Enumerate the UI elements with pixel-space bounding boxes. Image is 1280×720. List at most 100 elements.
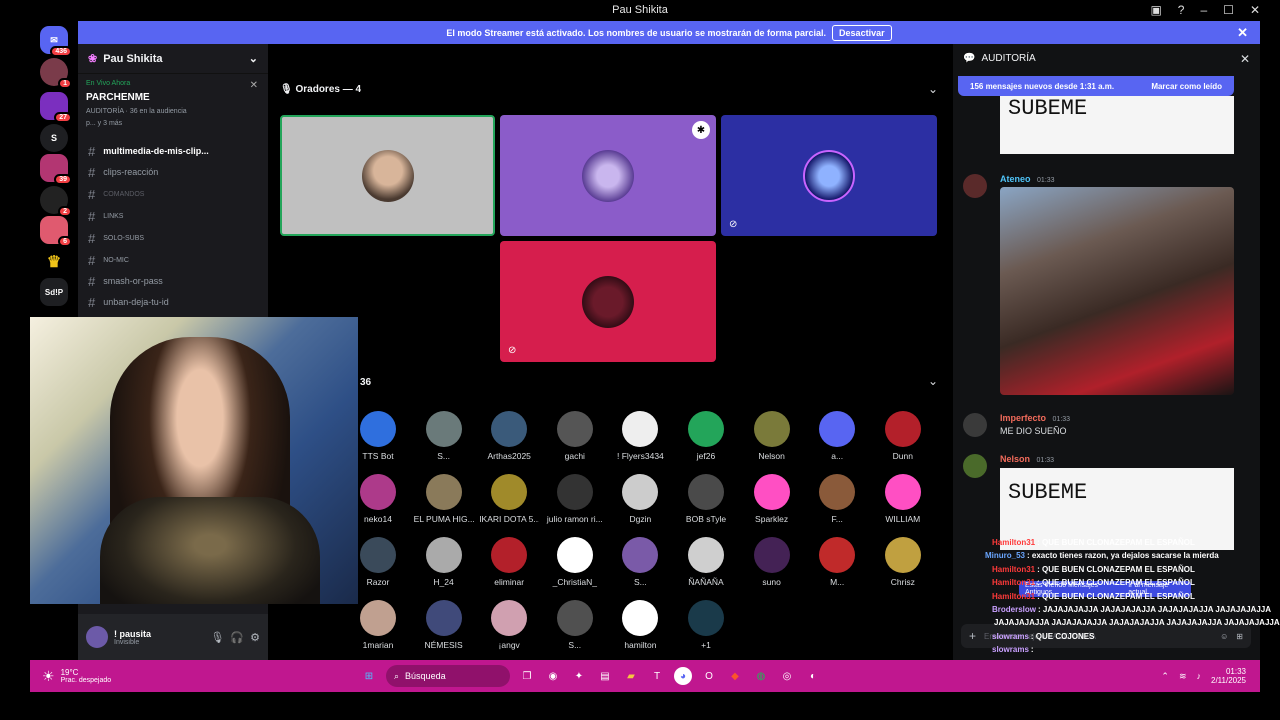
headphones-icon[interactable]: 🎧 bbox=[230, 631, 244, 644]
channel-item[interactable]: # clips-reacción bbox=[88, 162, 158, 182]
gear-icon[interactable]: ⚙ bbox=[250, 631, 260, 644]
audience-member[interactable]: a... bbox=[807, 411, 867, 461]
server-icon[interactable]: 39 bbox=[40, 154, 72, 185]
overlay-chat-user: Hamilton31 bbox=[992, 578, 1036, 588]
avatar bbox=[360, 474, 396, 510]
server-icon[interactable]: 2 bbox=[40, 186, 72, 217]
channel-item[interactable]: # solo-subs bbox=[88, 228, 144, 248]
close-icon[interactable]: ✕ bbox=[250, 80, 258, 91]
server-icon[interactable]: S bbox=[40, 124, 68, 152]
channel-item[interactable]: # links bbox=[88, 206, 123, 226]
audience-member[interactable]: M... bbox=[807, 537, 867, 587]
overlay-chat-line: Broderslow: JAJAJAJAJJA JAJAJAJAJJA JAJA… bbox=[992, 605, 1271, 614]
audience-member[interactable]: +1 bbox=[676, 600, 736, 650]
clock[interactable]: 01:33 2/11/2025 bbox=[1211, 667, 1246, 685]
server-header[interactable]: ❀ Pau Shikita ⌄ bbox=[78, 44, 268, 74]
spotify-icon[interactable]: ◍ bbox=[752, 667, 770, 685]
server-icon[interactable]: 1 bbox=[40, 58, 72, 89]
speaker-tile[interactable] bbox=[280, 115, 495, 236]
outlook-icon[interactable]: O bbox=[700, 667, 718, 685]
server-icon[interactable]: 6 bbox=[40, 216, 72, 247]
audience-member[interactable]: WILLIAM bbox=[873, 474, 933, 524]
audience-member[interactable]: EL PUMA HIG... bbox=[414, 474, 474, 524]
search-box[interactable]: ⌕ Búsqueda bbox=[386, 665, 510, 687]
maximize-button[interactable]: ☐ bbox=[1223, 3, 1234, 17]
chevron-up-icon[interactable]: ⌃ bbox=[1161, 671, 1169, 682]
live-stage-card[interactable]: En Vivo Ahora PARCHENME AUDITORÍA · 36 e… bbox=[86, 80, 262, 142]
audience-member[interactable]: Arthas2025 bbox=[479, 411, 539, 461]
overlay-chat-text: : QUE COJONES bbox=[1030, 631, 1095, 641]
speaker-tile[interactable]: ⊘ bbox=[500, 241, 716, 362]
channel-item[interactable]: # no-mic bbox=[88, 250, 129, 270]
teams-icon[interactable]: T bbox=[648, 667, 666, 685]
wifi-icon[interactable]: ≋ bbox=[1179, 671, 1187, 682]
audience-member[interactable]: F... bbox=[807, 474, 867, 524]
avatar[interactable] bbox=[963, 454, 987, 478]
audience-member[interactable]: ! Flyers3434 bbox=[610, 411, 670, 461]
audience-name: NÉMESIS bbox=[424, 640, 463, 650]
speaker-tile[interactable]: ⊘ bbox=[721, 115, 937, 236]
channel-item[interactable]: # smash-or-pass bbox=[88, 271, 163, 291]
audience-member[interactable]: S... bbox=[545, 600, 605, 650]
audience-member[interactable]: ÑAÑAÑA bbox=[676, 537, 736, 587]
discord-icon[interactable]: ◕ bbox=[674, 667, 692, 685]
channel-item[interactable]: # multimedia-de-mis-clip... bbox=[88, 141, 209, 161]
speaker-tile[interactable]: ✱ bbox=[500, 115, 716, 236]
task-view-icon[interactable]: ❐ bbox=[518, 667, 536, 685]
audience-member[interactable]: Dgzin bbox=[610, 474, 670, 524]
audience-member[interactable]: ¡angv bbox=[479, 600, 539, 650]
audience-member[interactable]: H_24 bbox=[414, 537, 474, 587]
add-attachment-icon[interactable]: + bbox=[969, 629, 976, 643]
new-messages-bar[interactable]: 156 mensajes nuevos desde 1:31 a.m. Marc… bbox=[958, 76, 1234, 96]
avatar[interactable] bbox=[963, 174, 987, 198]
audience-member[interactable]: BOB sTyle bbox=[676, 474, 736, 524]
audience-member[interactable]: S... bbox=[414, 411, 474, 461]
close-window-button[interactable]: ✕ bbox=[1250, 3, 1260, 17]
avatar[interactable] bbox=[86, 626, 108, 648]
audience-member[interactable]: Dunn bbox=[873, 411, 933, 461]
app-icon[interactable]: ◎ bbox=[778, 667, 796, 685]
audience-member[interactable]: Chrisz bbox=[873, 537, 933, 587]
help-icon[interactable]: ? bbox=[1178, 3, 1185, 17]
volume-icon[interactable]: ♪ bbox=[1197, 671, 1202, 681]
chevron-down-icon[interactable]: ⌄ bbox=[928, 374, 938, 388]
audience-member[interactable]: hamilton bbox=[610, 600, 670, 650]
notepad-icon[interactable]: ▤ bbox=[596, 667, 614, 685]
microphone-icon[interactable]: 🎙 bbox=[210, 631, 224, 644]
audience-member[interactable]: S... bbox=[610, 537, 670, 587]
channel-item[interactable]: # unban-deja-tu-id bbox=[88, 292, 169, 312]
crown-server-icon[interactable]: ♛ bbox=[40, 248, 68, 276]
chevron-down-icon[interactable]: ⌄ bbox=[928, 82, 938, 96]
audience-member[interactable]: Sparklez bbox=[742, 474, 802, 524]
audience-member[interactable]: _ChristiaN_ bbox=[545, 537, 605, 587]
channel-item[interactable]: # comandos bbox=[88, 184, 144, 204]
audience-member[interactable]: 1marian bbox=[348, 600, 408, 650]
audience-member[interactable]: jef26 bbox=[676, 411, 736, 461]
steam-icon[interactable]: ◉ bbox=[544, 667, 562, 685]
chat-image[interactable]: SUBEME bbox=[1000, 96, 1234, 154]
avatar[interactable] bbox=[963, 413, 987, 437]
deactivate-streamer-button[interactable]: Desactivar bbox=[832, 24, 892, 41]
audience-member[interactable]: suno bbox=[742, 537, 802, 587]
weather-widget[interactable]: ☀ 19°C Prac. despejado bbox=[30, 668, 360, 685]
audience-member[interactable]: IKARI DOTA 5... bbox=[479, 474, 539, 524]
inbox-icon[interactable]: ▣ bbox=[1150, 3, 1161, 17]
audience-name: +1 bbox=[701, 640, 711, 650]
minimize-button[interactable]: – bbox=[1200, 3, 1207, 17]
audience-member[interactable]: eliminar bbox=[479, 537, 539, 587]
server-icon[interactable]: Sd!P bbox=[40, 278, 68, 306]
audience-member[interactable]: Nelson bbox=[742, 411, 802, 461]
obs-icon[interactable]: ◐ bbox=[804, 667, 822, 685]
audience-member[interactable]: julio ramon ri... bbox=[545, 474, 605, 524]
copilot-icon[interactable]: ✦ bbox=[570, 667, 588, 685]
server-icon[interactable]: 27 bbox=[40, 92, 72, 123]
direct-messages-icon[interactable]: ✉ 436 bbox=[40, 26, 72, 57]
close-banner-icon[interactable]: ✕ bbox=[1237, 25, 1248, 41]
chat-image[interactable] bbox=[1000, 187, 1234, 395]
audience-member[interactable]: gachi bbox=[545, 411, 605, 461]
windows-start-icon[interactable]: ⊞ bbox=[360, 667, 378, 685]
folder-icon[interactable]: ▰ bbox=[622, 667, 640, 685]
brave-icon[interactable]: ◆ bbox=[726, 667, 744, 685]
close-icon[interactable]: ✕ bbox=[1240, 52, 1250, 66]
audience-member[interactable]: NÉMESIS bbox=[414, 600, 474, 650]
